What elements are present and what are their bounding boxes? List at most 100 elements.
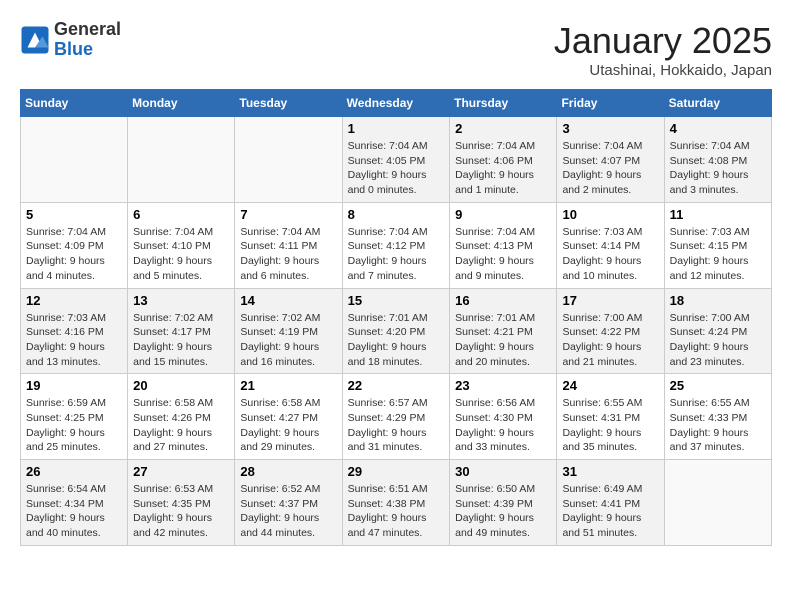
calendar-day-8: 8Sunrise: 7:04 AM Sunset: 4:12 PM Daylig…: [342, 202, 450, 288]
day-info: Sunrise: 6:58 AM Sunset: 4:26 PM Dayligh…: [133, 396, 229, 455]
day-info: Sunrise: 6:58 AM Sunset: 4:27 PM Dayligh…: [240, 396, 336, 455]
calendar-day-2: 2Sunrise: 7:04 AM Sunset: 4:06 PM Daylig…: [450, 117, 557, 203]
calendar-table: SundayMondayTuesdayWednesdayThursdayFrid…: [20, 89, 772, 546]
location: Utashinai, Hokkaido, Japan: [554, 62, 772, 79]
day-info: Sunrise: 7:00 AM Sunset: 4:24 PM Dayligh…: [670, 311, 766, 370]
day-info: Sunrise: 7:03 AM Sunset: 4:14 PM Dayligh…: [562, 225, 658, 284]
page-header: General Blue January 2025 Utashinai, Hok…: [20, 20, 772, 79]
day-info: Sunrise: 6:49 AM Sunset: 4:41 PM Dayligh…: [562, 482, 658, 541]
weekday-header-thursday: Thursday: [450, 90, 557, 117]
calendar-day-18: 18 Sunrise: 7:00 AM Sunset: 4:24 PM Dayli…: [664, 288, 771, 374]
calendar-day-16: 16 Sunrise: 7:01 AM Sunset: 4:21 PM Dayli…: [450, 288, 557, 374]
day-number: 19: [26, 378, 122, 393]
logo-icon: [20, 25, 50, 55]
day-number: 9: [455, 207, 551, 222]
day-info: Sunrise: 7:03 AM Sunset: 4:15 PM Dayligh…: [670, 225, 766, 284]
calendar-week-row: 12Sunrise: 7:03 AM Sunset: 4:16 PM Dayli…: [21, 288, 772, 374]
weekday-header-tuesday: Tuesday: [235, 90, 342, 117]
calendar-day-19: 19Sunrise: 6:59 AM Sunset: 4:25 PM Dayli…: [21, 374, 128, 460]
day-number: 28: [240, 464, 336, 479]
calendar-header: SundayMondayTuesdayWednesdayThursdayFrid…: [21, 90, 772, 117]
day-number: 3: [562, 121, 658, 136]
calendar-day-5: 5 Sunrise: 7:04 AM Sunset: 4:09 PM Daylig…: [21, 202, 128, 288]
day-info: Sunrise: 7:01 AM Sunset: 4:21 PM Dayligh…: [455, 311, 551, 370]
calendar-body: 1 Sunrise: 7:04 AM Sunset: 4:05 PM Daylig…: [21, 117, 772, 546]
day-number: 21: [240, 378, 336, 393]
day-number: 20: [133, 378, 229, 393]
calendar-day-23: 23Sunrise: 6:56 AM Sunset: 4:30 PM Dayli…: [450, 374, 557, 460]
day-info: Sunrise: 6:55 AM Sunset: 4:31 PM Dayligh…: [562, 396, 658, 455]
day-info: Sunrise: 6:51 AM Sunset: 4:38 PM Dayligh…: [348, 482, 445, 541]
calendar-day-10: 10Sunrise: 7:03 AM Sunset: 4:14 PM Dayli…: [557, 202, 664, 288]
weekday-header-sunday: Sunday: [21, 90, 128, 117]
day-number: 11: [670, 207, 766, 222]
day-number: 8: [348, 207, 445, 222]
calendar-day-12: 12Sunrise: 7:03 AM Sunset: 4:16 PM Dayli…: [21, 288, 128, 374]
day-number: 22: [348, 378, 445, 393]
logo: General Blue: [20, 20, 121, 60]
day-number: 29: [348, 464, 445, 479]
day-info: Sunrise: 7:04 AM Sunset: 4:10 PM Dayligh…: [133, 225, 229, 284]
calendar-day-27: 27Sunrise: 6:53 AM Sunset: 4:35 PM Dayli…: [128, 460, 235, 546]
calendar-day-29: 29 Sunrise: 6:51 AM Sunset: 4:38 PM Dayli…: [342, 460, 450, 546]
day-info: Sunrise: 7:03 AM Sunset: 4:16 PM Dayligh…: [26, 311, 122, 370]
day-number: 6: [133, 207, 229, 222]
calendar-day-25: 25Sunrise: 6:55 AM Sunset: 4:33 PM Dayli…: [664, 374, 771, 460]
calendar-day-11: 11 Sunrise: 7:03 AM Sunset: 4:15 PM Dayli…: [664, 202, 771, 288]
calendar-week-row: 1 Sunrise: 7:04 AM Sunset: 4:05 PM Daylig…: [21, 117, 772, 203]
empty-day-cell: [664, 460, 771, 546]
calendar-day-13: 13 Sunrise: 7:02 AM Sunset: 4:17 PM Dayli…: [128, 288, 235, 374]
day-number: 17: [562, 293, 658, 308]
calendar-day-4: 4 Sunrise: 7:04 AM Sunset: 4:08 PM Daylig…: [664, 117, 771, 203]
day-number: 4: [670, 121, 766, 136]
day-info: Sunrise: 7:04 AM Sunset: 4:13 PM Dayligh…: [455, 225, 551, 284]
day-number: 1: [348, 121, 445, 136]
day-number: 5: [26, 207, 122, 222]
empty-day-cell: [128, 117, 235, 203]
day-info: Sunrise: 7:02 AM Sunset: 4:19 PM Dayligh…: [240, 311, 336, 370]
day-info: Sunrise: 7:04 AM Sunset: 4:09 PM Dayligh…: [26, 225, 122, 284]
weekday-header-wednesday: Wednesday: [342, 90, 450, 117]
calendar-day-26: 26 Sunrise: 6:54 AM Sunset: 4:34 PM Dayli…: [21, 460, 128, 546]
day-number: 15: [348, 293, 445, 308]
calendar-day-7: 7Sunrise: 7:04 AM Sunset: 4:11 PM Daylig…: [235, 202, 342, 288]
calendar-day-14: 14 Sunrise: 7:02 AM Sunset: 4:19 PM Dayli…: [235, 288, 342, 374]
empty-day-cell: [21, 117, 128, 203]
calendar-day-28: 28Sunrise: 6:52 AM Sunset: 4:37 PM Dayli…: [235, 460, 342, 546]
day-info: Sunrise: 6:54 AM Sunset: 4:34 PM Dayligh…: [26, 482, 122, 541]
day-number: 25: [670, 378, 766, 393]
weekday-header-saturday: Saturday: [664, 90, 771, 117]
day-info: Sunrise: 7:04 AM Sunset: 4:05 PM Dayligh…: [348, 139, 445, 198]
calendar-day-1: 1 Sunrise: 7:04 AM Sunset: 4:05 PM Daylig…: [342, 117, 450, 203]
day-number: 14: [240, 293, 336, 308]
day-number: 2: [455, 121, 551, 136]
day-number: 27: [133, 464, 229, 479]
day-number: 13: [133, 293, 229, 308]
day-info: Sunrise: 6:56 AM Sunset: 4:30 PM Dayligh…: [455, 396, 551, 455]
calendar-day-15: 15Sunrise: 7:01 AM Sunset: 4:20 PM Dayli…: [342, 288, 450, 374]
day-info: Sunrise: 7:02 AM Sunset: 4:17 PM Dayligh…: [133, 311, 229, 370]
calendar-day-30: 30 Sunrise: 6:50 AM Sunset: 4:39 PM Dayli…: [450, 460, 557, 546]
logo-text: General Blue: [54, 20, 121, 60]
calendar-day-31: 31Sunrise: 6:49 AM Sunset: 4:41 PM Dayli…: [557, 460, 664, 546]
day-info: Sunrise: 6:57 AM Sunset: 4:29 PM Dayligh…: [348, 396, 445, 455]
logo-general: General: [54, 20, 121, 40]
calendar-day-17: 17 Sunrise: 7:00 AM Sunset: 4:22 PM Dayli…: [557, 288, 664, 374]
calendar-week-row: 19Sunrise: 6:59 AM Sunset: 4:25 PM Dayli…: [21, 374, 772, 460]
day-number: 26: [26, 464, 122, 479]
calendar-day-9: 9 Sunrise: 7:04 AM Sunset: 4:13 PM Daylig…: [450, 202, 557, 288]
weekday-header-row: SundayMondayTuesdayWednesdayThursdayFrid…: [21, 90, 772, 117]
calendar-day-20: 20 Sunrise: 6:58 AM Sunset: 4:26 PM Dayli…: [128, 374, 235, 460]
calendar-day-3: 3 Sunrise: 7:04 AM Sunset: 4:07 PM Daylig…: [557, 117, 664, 203]
day-info: Sunrise: 7:00 AM Sunset: 4:22 PM Dayligh…: [562, 311, 658, 370]
day-info: Sunrise: 6:50 AM Sunset: 4:39 PM Dayligh…: [455, 482, 551, 541]
logo-blue: Blue: [54, 40, 121, 60]
title-block: January 2025 Utashinai, Hokkaido, Japan: [554, 20, 772, 79]
empty-day-cell: [235, 117, 342, 203]
weekday-header-monday: Monday: [128, 90, 235, 117]
day-number: 16: [455, 293, 551, 308]
day-number: 18: [670, 293, 766, 308]
day-info: Sunrise: 7:04 AM Sunset: 4:07 PM Dayligh…: [562, 139, 658, 198]
day-number: 30: [455, 464, 551, 479]
day-info: Sunrise: 7:04 AM Sunset: 4:08 PM Dayligh…: [670, 139, 766, 198]
